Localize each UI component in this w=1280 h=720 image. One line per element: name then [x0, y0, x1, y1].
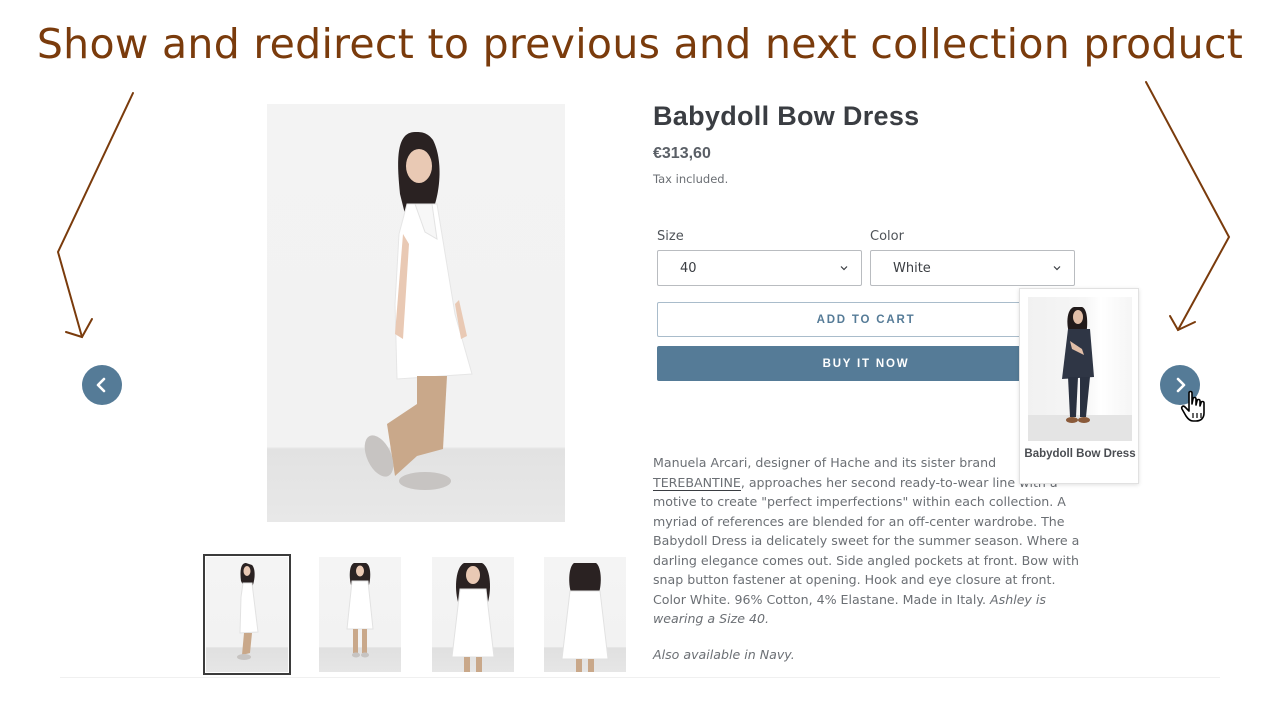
- buy-it-now-button[interactable]: BUY IT NOW: [657, 346, 1075, 381]
- thumbnail-back-view[interactable]: [544, 557, 626, 672]
- color-select-value: White: [893, 260, 931, 276]
- right-annotation-arrow: [1145, 81, 1231, 332]
- tax-note: Tax included.: [653, 172, 729, 186]
- brand-link[interactable]: TEREBANTINE: [653, 474, 741, 491]
- thumbnail-figure: [237, 563, 259, 660]
- product-title: Babydoll Bow Dress: [653, 101, 920, 131]
- previous-product-button[interactable]: [82, 365, 122, 405]
- navy-dress-figure: [1028, 307, 1132, 441]
- size-label: Size: [657, 229, 684, 244]
- chevron-down-icon: [840, 266, 848, 271]
- description-intro: Manuela Arcari, designer of Hache and it…: [653, 455, 997, 470]
- hand-pointer-icon: [1180, 390, 1205, 422]
- next-product-preview[interactable]: Babydoll Bow Dress: [1019, 288, 1139, 484]
- main-product-image[interactable]: [267, 104, 565, 522]
- thumbnail-side-view[interactable]: [203, 554, 291, 675]
- chevron-down-icon: [1053, 266, 1061, 271]
- thumbnail-front-view[interactable]: [319, 557, 401, 672]
- section-divider: [60, 677, 1220, 678]
- size-select[interactable]: 40: [657, 250, 862, 286]
- color-label: Color: [870, 229, 904, 244]
- description-body: , approaches her second ready-to-wear li…: [653, 474, 1080, 607]
- availability-note: Also available in Navy.: [653, 646, 795, 662]
- annotation-banner: Show and redirect to previous and next c…: [36, 20, 1244, 68]
- product-description: Manuela Arcari, designer of Hache and it…: [653, 453, 1083, 664]
- next-product-image: [1028, 297, 1132, 441]
- product-price: €313,60: [653, 145, 711, 162]
- thumbnail-front-closeup[interactable]: [432, 557, 514, 672]
- thumbnail-figure: [346, 563, 374, 658]
- add-to-cart-button[interactable]: ADD TO CART: [657, 302, 1075, 337]
- model-figure: [364, 132, 473, 490]
- size-select-value: 40: [680, 260, 697, 276]
- next-product-title: Babydoll Bow Dress: [1024, 448, 1136, 460]
- chevron-left-icon: [96, 377, 106, 393]
- thumbnail-figure: [451, 563, 495, 672]
- left-annotation-arrow: [56, 92, 134, 339]
- color-select[interactable]: White: [870, 250, 1075, 286]
- availability-paragraph: Also available in Navy.: [653, 645, 1083, 665]
- thumbnail-figure: [561, 563, 609, 672]
